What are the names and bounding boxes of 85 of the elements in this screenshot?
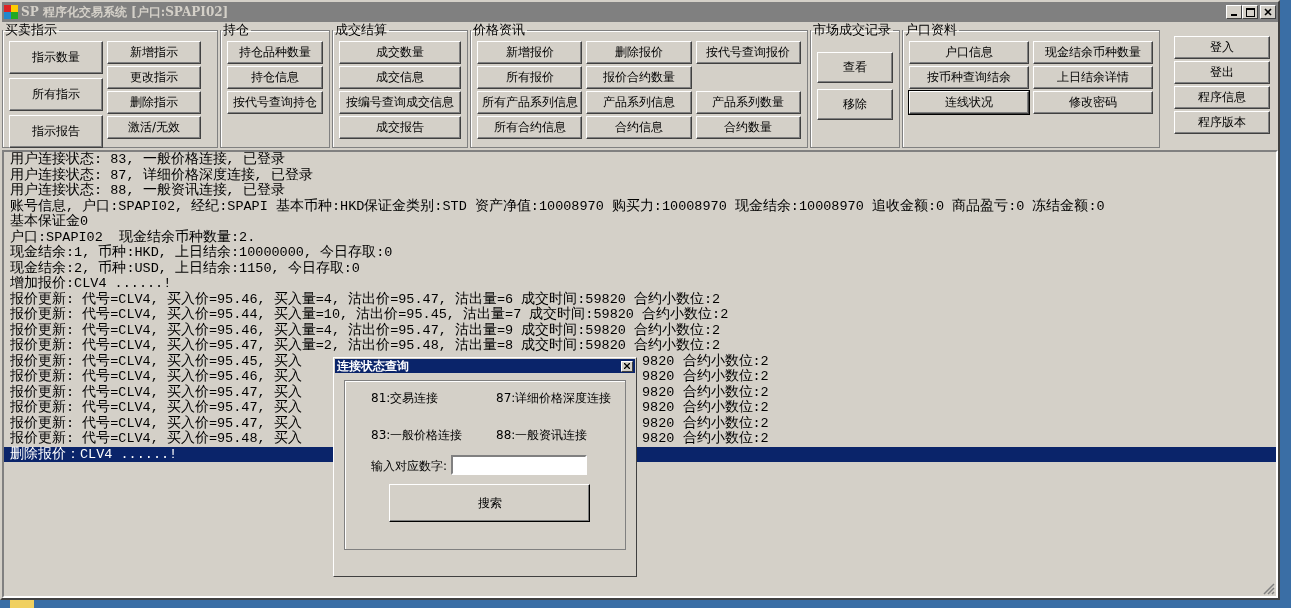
app-icon (4, 5, 18, 19)
group-title: 价格资讯 (472, 24, 526, 36)
log-line[interactable]: 报价更新: 代号=CLV4, 买入价=95.44, 买入量=10, 沽出价=95.45, 沽出量=7 成交时间:59820 合约小数位:2 (10, 307, 1276, 323)
log-line[interactable]: 9820 合约小数位:2 (642, 353, 769, 369)
window-title: SP 程序化交易系统 [户口:SPAPI02] (21, 3, 229, 21)
resize-grip-icon[interactable] (1263, 583, 1275, 595)
log-line[interactable]: 报价更新: 代号=CLV4, 买入价=95.45, 买入 (10, 353, 302, 369)
command-button[interactable]: 所有指示 (9, 78, 103, 111)
command-button[interactable]: 按代号查询持仓 (227, 91, 323, 114)
command-button[interactable]: 按币种查询结余 (909, 66, 1029, 89)
command-button[interactable]: 成交数量 (339, 41, 461, 64)
log-line[interactable]: 报价更新: 代号=CLV4, 买入价=95.46, 买入量=4, 沽出价=95.47, 沽出量=9 成交时间:59820 合约小数位:2 (10, 322, 1276, 338)
close-icon (624, 363, 630, 369)
log-line[interactable]: 报价更新: 代号=CLV4, 买入价=95.46, 买入量=4, 沽出价=95.47, 沽出量=6 成交时间:59820 合约小数位:2 (10, 291, 1276, 307)
group-title: 持仓 (222, 24, 250, 36)
command-button[interactable]: 连线状况 (909, 91, 1029, 114)
group-title: 户口资料 (904, 24, 958, 36)
log-line[interactable]: 报价更新: 代号=CLV4, 买入价=95.47, 买入量=2, 沽出价=95.48, 沽出量=8 成交时间:59820 合约小数位:2 (10, 338, 1276, 354)
log-line[interactable]: 增加报价:CLV4 ......! (10, 276, 1276, 292)
maximize-icon (1245, 7, 1255, 17)
command-button[interactable]: 移除 (817, 89, 893, 120)
option-label: 83:一般价格连接 (371, 427, 464, 444)
command-button[interactable]: 激活/无效 (107, 116, 201, 139)
log-line[interactable]: 9820 合约小数位:2 (642, 369, 769, 385)
command-button[interactable]: 持仓品种数量 (227, 41, 323, 64)
command-button[interactable]: 产品系列数量 (695, 91, 801, 114)
command-button[interactable]: 合约信息 (586, 116, 692, 139)
command-button[interactable]: 现金结余币种数量 (1033, 41, 1153, 64)
command-button[interactable]: 修改密码 (1033, 91, 1153, 114)
command-button[interactable]: 删除报价 (586, 41, 692, 64)
command-button[interactable]: 成交报告 (339, 116, 461, 139)
command-button[interactable]: 所有报价 (477, 66, 583, 89)
close-icon (1264, 8, 1272, 16)
close-button[interactable] (1260, 5, 1276, 19)
command-button[interactable]: 按代号查询报价 (695, 41, 801, 64)
command-button[interactable]: 新增指示 (107, 41, 201, 64)
log-line[interactable]: 用户连接状态: 87, 详细价格深度连接, 已登录 (10, 167, 1276, 183)
log-line[interactable]: 现金结余:2, 币种:USD, 上日结余:1150, 今日存取:0 (10, 260, 1276, 276)
command-button[interactable]: 成交信息 (339, 66, 461, 89)
command-button[interactable]: 按编号查询成交信息 (339, 91, 461, 114)
command-button[interactable]: 所有合约信息 (477, 116, 583, 139)
log-line[interactable]: 户口:SPAPI02 现金结余币种数量:2. (10, 229, 1276, 245)
log-line[interactable]: 报价更新: 代号=CLV4, 买入价=95.46, 买入 (10, 369, 302, 384)
log-line[interactable]: 报价更新: 代号=CLV4, 买入价=95.48, 买入 (10, 431, 302, 446)
log-line[interactable]: 用户连接状态: 83, 一般价格连接, 已登录 (10, 152, 1276, 168)
log-line[interactable]: 9820 合约小数位:2 (642, 384, 769, 400)
command-button[interactable]: 查看 (817, 52, 893, 83)
dialog-title: 连接状态查询 (337, 357, 409, 375)
log-line[interactable]: 报价更新: 代号=CLV4, 买入价=95.47, 买入 (10, 400, 302, 415)
command-button[interactable]: 新增报价 (477, 41, 583, 64)
command-button[interactable]: 登入 (1174, 36, 1270, 59)
command-button[interactable]: 户口信息 (909, 41, 1029, 64)
command-button[interactable]: 更改指示 (107, 66, 201, 89)
command-button[interactable]: 指示数量 (9, 41, 103, 74)
log-line[interactable]: 基本保证金0 (10, 214, 1276, 230)
command-button[interactable]: 持仓信息 (227, 66, 323, 89)
command-button[interactable]: 报价合约数量 (586, 66, 692, 89)
log-line[interactable]: 报价更新: 代号=CLV4, 买入价=95.47, 买入 (10, 384, 302, 400)
command-button[interactable]: 程序信息 (1174, 86, 1270, 109)
option-label: 88:一般资讯连接 (496, 427, 589, 444)
log-line[interactable]: 9820 合约小数位:2 (642, 431, 769, 447)
command-button[interactable]: 登出 (1174, 61, 1270, 84)
option-label: 87:详细价格深度连接 (496, 390, 613, 407)
command-button[interactable]: 所有产品系列信息 (477, 91, 583, 114)
command-button[interactable]: 合约数量 (695, 116, 801, 139)
log-line[interactable]: 账号信息, 户口:SPAPI02, 经纪:SPAPI 基本币种:HKD保证金类别:STD 资产净值:10008970 购买力:10008970 现金结余:10008970 追收金额:0 商品盈亏:0 冻结金额:0 (10, 198, 1276, 214)
command-button[interactable]: 程序版本 (1174, 111, 1270, 134)
group-title: 市场成交记录 (812, 24, 892, 36)
option-label: 81:交易连接 (371, 390, 440, 407)
log-line[interactable]: 9820 合约小数位:2 (642, 400, 769, 416)
log-line[interactable]: 9820 合约小数位:2 (642, 415, 769, 431)
number-input-field[interactable] (451, 455, 587, 475)
log-line[interactable]: 用户连接状态: 88, 一般资讯连接, 已登录 (10, 183, 1276, 199)
group-title: 买卖指示 (4, 24, 58, 36)
search-button[interactable]: 搜索 (389, 484, 590, 522)
maximize-button[interactable] (1242, 5, 1258, 19)
group-title: 成交结算 (334, 24, 388, 36)
log-line[interactable]: 现金结余:1, 币种:HKD, 上日结余:10000000, 今日存取:0 (10, 245, 1276, 261)
command-button[interactable]: 上日结余详情 (1033, 66, 1153, 89)
minimize-button[interactable] (1226, 5, 1242, 19)
log-line[interactable]: 报价更新: 代号=CLV4, 买入价=95.47, 买入 (10, 415, 302, 431)
close-button[interactable] (621, 360, 633, 372)
command-button[interactable]: 指示报告 (9, 115, 103, 148)
command-button[interactable]: 删除指示 (107, 91, 201, 114)
command-button[interactable]: 产品系列信息 (586, 91, 692, 114)
